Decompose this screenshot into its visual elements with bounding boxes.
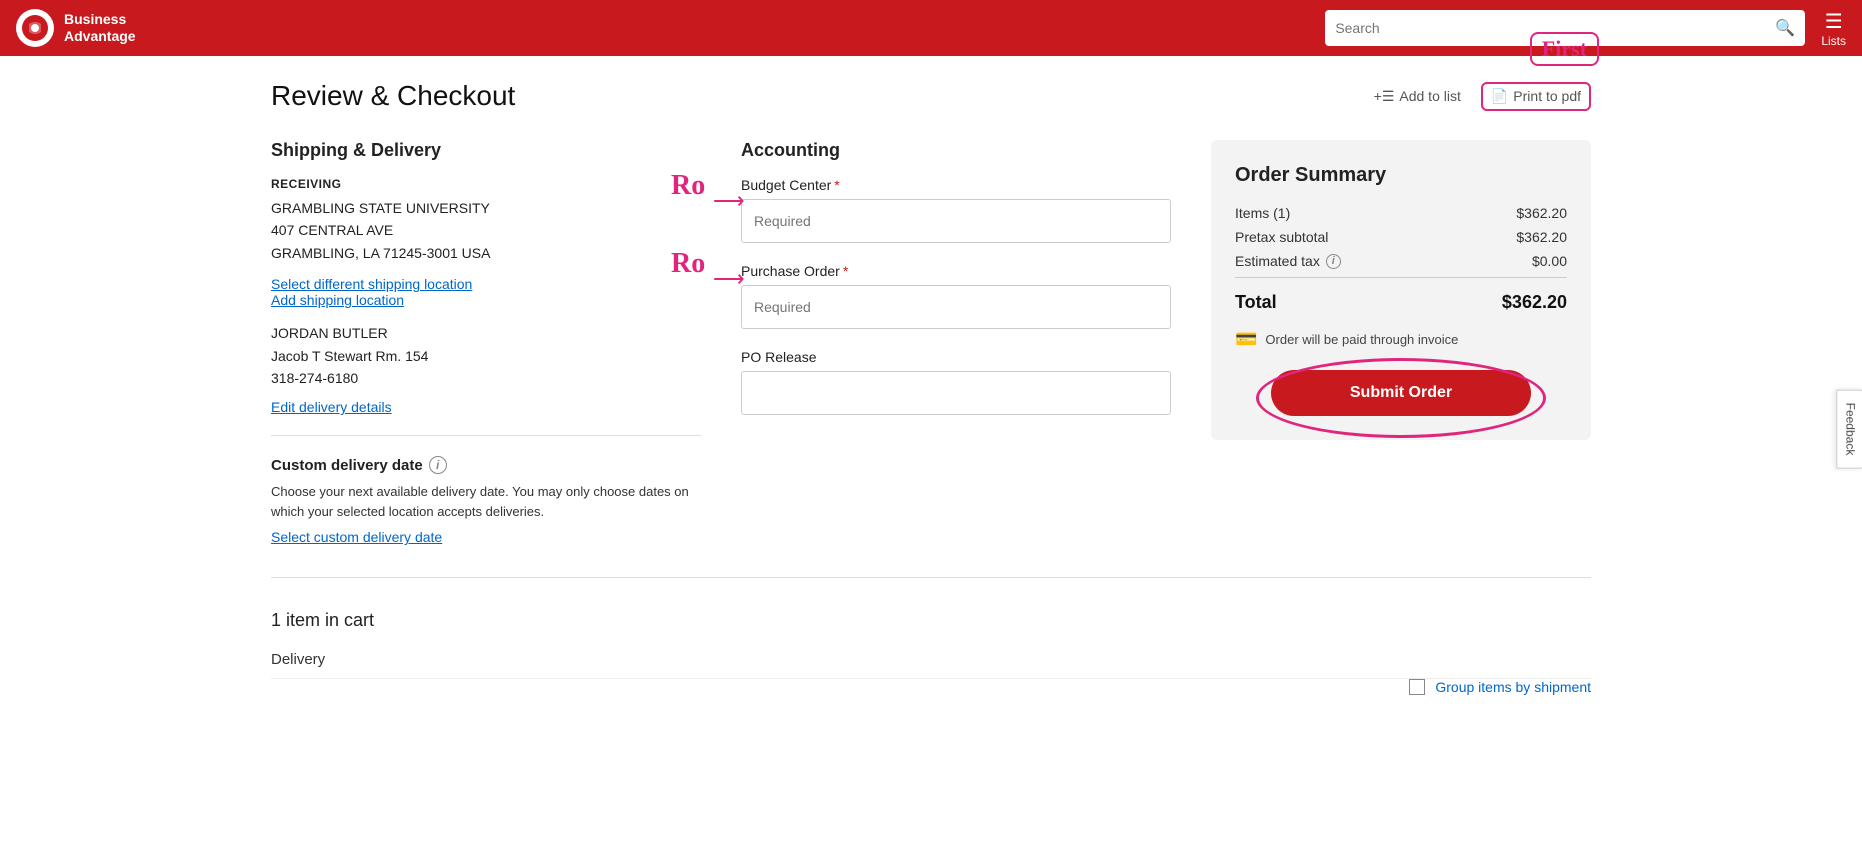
accounting-section: Accounting Ro ⟶ Ro ⟶ Budget Center* Purc… (741, 140, 1171, 435)
total-label: Total (1235, 292, 1277, 313)
budget-center-label: Budget Center* (741, 177, 1171, 193)
select-custom-delivery-link[interactable]: Select custom delivery date (271, 529, 442, 545)
address-line1: 407 CENTRAL AVE (271, 219, 701, 241)
po-release-input[interactable] (741, 371, 1171, 415)
header-right: 🔍 ☰ Lists (1325, 9, 1846, 48)
annotation-arrow1: ⟶ (713, 188, 745, 214)
page-title: Review & Checkout (271, 80, 515, 112)
section-divider (271, 577, 1591, 578)
list-icon: +☰ (1374, 88, 1395, 105)
print-to-pdf-button[interactable]: 📄 Print to pdf (1491, 88, 1581, 105)
city-state: GRAMBLING, LA 71245-3001 USA (271, 242, 701, 264)
university-name: GRAMBLING STATE UNIVERSITY (271, 197, 701, 219)
invoice-icon: 💳 (1235, 329, 1257, 350)
purchase-order-group: Purchase Order* (741, 263, 1171, 329)
logo-text: Business Advantage (64, 11, 136, 45)
delivery-section: Custom delivery date i Choose your next … (271, 435, 701, 545)
items-value: $362.20 (1516, 205, 1567, 221)
delivery-title-row: Custom delivery date i (271, 456, 701, 474)
pretax-row: Pretax subtotal $362.20 (1235, 229, 1567, 245)
title-actions: +☰ Add to list First 📄 Print to pdf (1374, 82, 1591, 111)
address-block: GRAMBLING STATE UNIVERSITY 407 CENTRAL A… (271, 197, 701, 264)
shipping-title: Shipping & Delivery (271, 140, 701, 161)
logo-icon (16, 9, 54, 47)
main-content: Review & Checkout +☰ Add to list First 📄… (231, 56, 1631, 739)
group-items-label: Group items by shipment (1435, 679, 1591, 695)
total-row: Total $362.20 (1235, 277, 1567, 313)
invoice-note: 💳 Order will be paid through invoice (1235, 329, 1567, 350)
budget-center-group: Budget Center* (741, 177, 1171, 243)
submit-order-button[interactable]: Submit Order (1271, 370, 1531, 416)
po-release-group: PO Release (741, 349, 1171, 415)
shipping-section: Shipping & Delivery RECEIVING GRAMBLING … (271, 140, 701, 545)
edit-delivery-link[interactable]: Edit delivery details (271, 399, 392, 415)
logo: Business Advantage (16, 9, 136, 47)
items-label: Items (1) (1235, 205, 1290, 221)
tax-info-icon: i (1326, 254, 1341, 269)
select-different-shipping-link[interactable]: Select different shipping location (271, 276, 472, 292)
contact-phone: 318-274-6180 (271, 367, 701, 389)
order-summary: Order Summary Items (1) $362.20 Pretax s… (1211, 140, 1591, 440)
total-value: $362.20 (1502, 292, 1567, 313)
feedback-tab[interactable]: Feedback (1837, 389, 1862, 468)
lists-button[interactable]: ☰ Lists (1821, 9, 1846, 48)
search-input[interactable] (1335, 20, 1775, 36)
group-items-highlight: shipment (1534, 679, 1591, 695)
contact-block: JORDAN BUTLER Jacob T Stewart Rm. 154 31… (271, 322, 701, 389)
delivery-label: Delivery (271, 651, 1591, 679)
annotation-arrow2: ⟶ (713, 266, 745, 292)
add-to-list-button[interactable]: +☰ Add to list (1374, 88, 1461, 105)
tax-row: Estimated tax i $0.00 (1235, 253, 1567, 269)
pdf-icon: 📄 (1491, 88, 1508, 105)
tax-label: Estimated tax (1235, 253, 1320, 269)
header: Business Advantage 🔍 ☰ Lists (0, 0, 1862, 56)
purchase-order-label: Purchase Order* (741, 263, 1171, 279)
print-to-pdf-wrapper: First 📄 Print to pdf (1481, 82, 1591, 111)
order-summary-title: Order Summary (1235, 164, 1567, 187)
lists-icon: ☰ (1825, 9, 1843, 34)
po-release-label: PO Release (741, 349, 1171, 365)
tax-value: $0.00 (1532, 253, 1567, 269)
purchase-order-input[interactable] (741, 285, 1171, 329)
pretax-value: $362.20 (1516, 229, 1567, 245)
budget-center-input[interactable] (741, 199, 1171, 243)
contact-name: JORDAN BUTLER (271, 322, 701, 344)
accounting-title: Accounting (741, 140, 1171, 161)
group-items-checkbox[interactable] (1409, 679, 1425, 695)
receiving-label: RECEIVING (271, 177, 701, 191)
content-grid: Shipping & Delivery RECEIVING GRAMBLING … (271, 140, 1591, 545)
required-star-1: * (834, 177, 839, 193)
delivery-note: Choose your next available delivery date… (271, 482, 701, 521)
info-icon: i (429, 456, 447, 474)
custom-delivery-title: Custom delivery date (271, 457, 423, 474)
cart-bottom-row: Group items by shipment (271, 679, 1591, 715)
contact-room: Jacob T Stewart Rm. 154 (271, 345, 701, 367)
cart-items-count: 1 item in cart (271, 610, 1591, 631)
pretax-label: Pretax subtotal (1235, 229, 1328, 245)
page-title-row: Review & Checkout +☰ Add to list First 📄… (271, 80, 1591, 112)
required-star-2: * (843, 263, 848, 279)
search-icon: 🔍 (1775, 18, 1795, 38)
search-box[interactable]: 🔍 (1325, 10, 1805, 46)
add-shipping-link[interactable]: Add shipping location (271, 292, 404, 308)
submit-wrapper: Submit Order (1235, 370, 1567, 416)
cart-section: 1 item in cart Delivery Group items by s… (271, 610, 1591, 715)
items-row: Items (1) $362.20 (1235, 205, 1567, 221)
